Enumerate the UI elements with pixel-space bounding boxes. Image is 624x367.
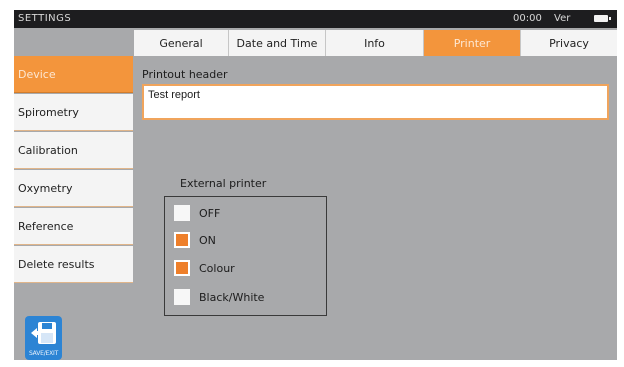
sidebar: Device Spirometry Calibration Oxymetry R… <box>14 56 133 284</box>
save-exit-label: SAVE/EXIT <box>28 350 59 357</box>
tab-date-and-time[interactable]: Date and Time <box>229 30 326 56</box>
option-colour[interactable]: Colour <box>174 258 235 278</box>
printout-header-input[interactable]: Test report <box>142 84 609 120</box>
clock: 00:00 <box>513 13 542 24</box>
option-black-white-label: Black/White <box>199 290 265 304</box>
option-on-label: ON <box>199 233 216 247</box>
sidebar-item-oxymetry[interactable]: Oxymetry <box>14 170 133 207</box>
option-off[interactable]: OFF <box>174 203 220 223</box>
checkbox-off[interactable] <box>174 205 190 221</box>
printout-header-label: Printout header <box>142 68 228 81</box>
tab-info[interactable]: Info <box>326 30 424 56</box>
sidebar-item-device[interactable]: Device <box>14 56 133 93</box>
sidebar-item-delete-results[interactable]: Delete results <box>14 246 133 283</box>
settings-tabs: General Date and Time Info Printer Priva… <box>134 30 617 56</box>
option-on[interactable]: ON <box>174 230 216 250</box>
tab-printer[interactable]: Printer <box>424 30 521 56</box>
sidebar-item-reference[interactable]: Reference <box>14 208 133 245</box>
external-printer-label: External printer <box>180 177 267 190</box>
tab-general[interactable]: General <box>134 30 229 56</box>
battery-icon <box>594 15 611 22</box>
status-bar: SETTINGS 00:00 Ver <box>14 10 617 28</box>
option-off-label: OFF <box>199 206 221 220</box>
screen-title: SETTINGS <box>18 13 72 24</box>
checkbox-on[interactable] <box>174 232 190 248</box>
checkbox-black-white[interactable] <box>174 289 190 305</box>
version-label: Ver <box>554 13 571 24</box>
option-colour-label: Colour <box>199 261 235 275</box>
settings-screen: SETTINGS 00:00 Ver General Date and Time… <box>14 10 617 360</box>
tab-privacy[interactable]: Privacy <box>521 30 617 56</box>
checkbox-colour[interactable] <box>174 260 190 276</box>
sidebar-item-spirometry[interactable]: Spirometry <box>14 94 133 131</box>
option-black-white[interactable]: Black/White <box>174 287 264 307</box>
save-exit-button[interactable]: SAVE/EXIT <box>25 316 62 360</box>
external-printer-group: OFF ON Colour Black/White <box>164 196 327 316</box>
floppy-disk-exit-icon <box>31 322 56 344</box>
sidebar-item-calibration[interactable]: Calibration <box>14 132 133 169</box>
